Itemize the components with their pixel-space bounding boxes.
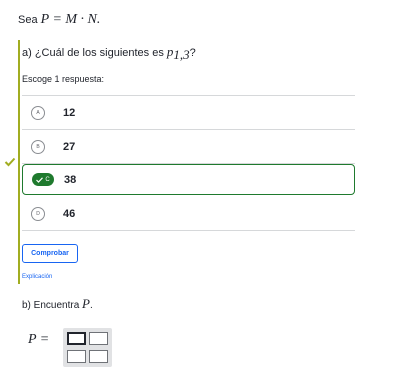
question-b: b) Encuentra P. <box>22 296 93 312</box>
question-b-symbol: P <box>82 296 90 311</box>
choice-letter-badge: A <box>31 105 45 120</box>
choice-value: 46 <box>63 207 76 220</box>
matrix-cell-1-2[interactable] <box>89 332 108 345</box>
choice-d[interactable]: D 46 <box>22 197 355 231</box>
matrix-cell-1-1[interactable] <box>67 332 86 345</box>
matrix-cell-2-2[interactable] <box>89 350 108 363</box>
question-b-label: b) Encuentra <box>22 300 80 311</box>
matrix-cell-2-1[interactable] <box>67 350 86 363</box>
question-label: a) ¿Cuál de los siguientes es <box>22 47 164 59</box>
choice-b[interactable]: B 27 <box>22 130 355 164</box>
check-icon <box>36 176 44 183</box>
choice-list: A 12 B 27 C 38 D 46 <box>22 96 355 231</box>
question-subscript: 1,3 <box>173 47 190 63</box>
explanation-link[interactable]: Explicación <box>22 274 52 280</box>
choice-value: 38 <box>64 173 77 186</box>
choice-value: 27 <box>63 140 76 153</box>
check-answer-button[interactable]: Comprobar <box>22 244 78 263</box>
choice-value: 12 <box>63 106 76 119</box>
matrix-answer-label: P = <box>28 332 50 347</box>
check-icon <box>4 157 16 167</box>
intro-prefix: Sea <box>18 14 38 26</box>
choice-letter-badge: D <box>31 206 45 221</box>
choice-selected-badge: C <box>32 173 54 186</box>
choice-letter-badge: B <box>31 139 45 154</box>
choice-a[interactable]: A 12 <box>22 96 355 130</box>
choice-letter: C <box>45 176 50 183</box>
problem-intro: Sea P = M · N. <box>18 12 100 28</box>
intro-formula: P = M · N. <box>40 12 101 27</box>
instruction-text: Escoge 1 respuesta: <box>22 74 105 84</box>
question-a: a) ¿Cuál de los siguientes es p1,3? <box>22 44 196 63</box>
question-suffix: ? <box>189 47 196 59</box>
answer-status-bar <box>18 40 20 284</box>
choice-c[interactable]: C 38 <box>22 164 355 195</box>
matrix-input <box>63 328 112 367</box>
question-b-suffix: . <box>90 300 93 311</box>
